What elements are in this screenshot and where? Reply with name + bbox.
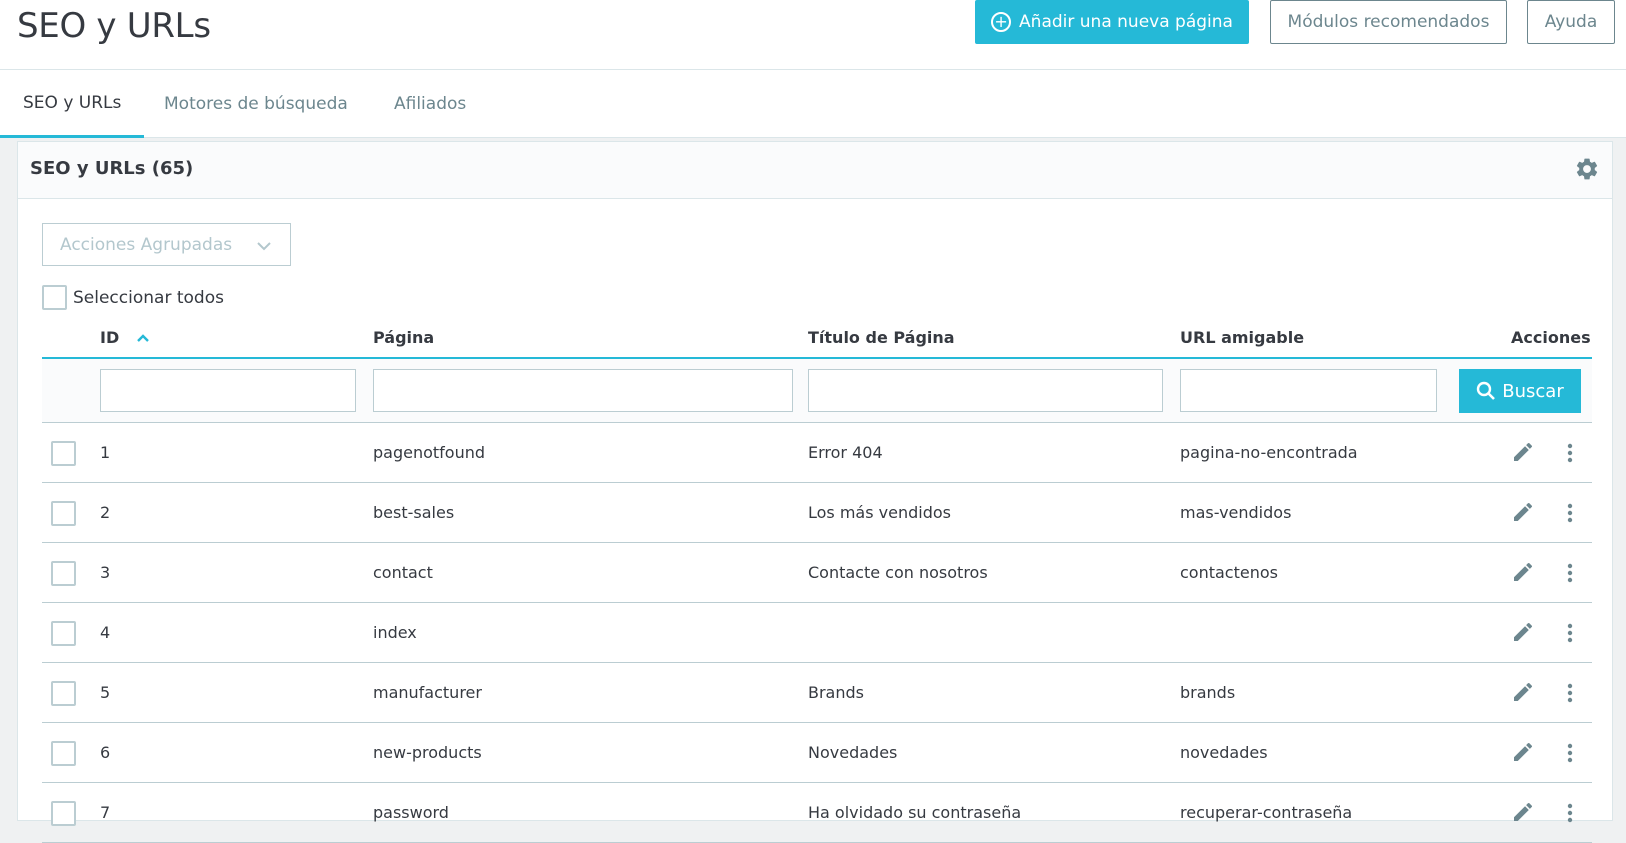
page-title: SEO y URLs [17, 6, 211, 46]
filter-id-input[interactable] [100, 369, 356, 412]
more-actions-icon[interactable] [1558, 501, 1582, 525]
cell-page-title: Error 404 [808, 443, 883, 462]
cell-friendly-url: novedades [1180, 743, 1268, 762]
cell-page: index [373, 623, 417, 642]
column-header-friendly-url: URL amigable [1180, 328, 1305, 347]
column-header-page-title: Título de Página [808, 328, 955, 347]
edit-icon[interactable] [1511, 740, 1535, 764]
edit-icon[interactable] [1511, 680, 1535, 704]
bulk-actions-label: Acciones Agrupadas [60, 234, 233, 255]
search-button[interactable]: Buscar [1459, 369, 1581, 413]
search-button-label: Buscar [1502, 380, 1564, 402]
cell-id: 3 [100, 563, 111, 582]
more-actions-icon[interactable] [1558, 561, 1582, 585]
cell-page-title: Contacte con nosotros [808, 563, 988, 582]
tab-bar: SEO y URLs Motores de búsqueda Afiliados [0, 70, 1626, 138]
cell-page-title: Novedades [808, 743, 898, 762]
add-new-page-label: Añadir una nueva página [1019, 12, 1233, 32]
cell-friendly-url: contactenos [1180, 563, 1278, 582]
edit-icon[interactable] [1511, 800, 1535, 824]
table-row: 4 index [42, 603, 1592, 663]
filter-page-title-input[interactable] [808, 369, 1163, 412]
more-actions-icon[interactable] [1558, 801, 1582, 825]
cell-id: 1 [100, 443, 111, 462]
table-header: ID Página Título de Página URL amigable … [42, 324, 1592, 359]
cell-page: pagenotfound [373, 443, 486, 462]
column-header-page: Página [373, 328, 435, 347]
chevron-down-icon [257, 242, 271, 251]
table-row: 7 password Ha olvidado su contraseña recupe… [42, 783, 1592, 843]
edit-icon[interactable] [1511, 620, 1535, 644]
cell-friendly-url: mas-vendidos [1180, 503, 1292, 522]
table-row: 5 manufacturer Brands brands [42, 663, 1592, 723]
gear-icon[interactable] [1574, 156, 1600, 182]
table-row: 3 contact Contacte con nosotros contactenos [42, 543, 1592, 603]
cell-id: 6 [100, 743, 111, 762]
help-button[interactable]: Ayuda [1527, 0, 1615, 44]
bulk-actions-dropdown[interactable]: Acciones Agrupadas [42, 223, 291, 266]
row-checkbox[interactable] [51, 441, 76, 466]
cell-page: manufacturer [373, 683, 482, 702]
add-new-page-button[interactable]: + Añadir una nueva página [975, 0, 1249, 44]
cell-page: new-products [373, 743, 482, 762]
filter-row: Buscar [42, 359, 1592, 423]
search-icon [1477, 381, 1496, 400]
select-all[interactable]: Seleccionar todos [42, 285, 224, 310]
row-checkbox[interactable] [51, 741, 76, 766]
card-title: SEO y URLs (65) [30, 158, 194, 179]
row-checkbox[interactable] [51, 801, 76, 826]
row-checkbox[interactable] [51, 681, 76, 706]
cell-id: 5 [100, 683, 111, 702]
more-actions-icon[interactable] [1558, 621, 1582, 645]
sort-ascending-icon[interactable] [136, 333, 149, 343]
filter-page-input[interactable] [373, 369, 793, 412]
more-actions-icon[interactable] [1558, 441, 1582, 465]
table-row: 6 new-products Novedades novedades [42, 723, 1592, 783]
recommended-modules-button[interactable]: Módulos recomendados [1270, 0, 1507, 44]
page-header: SEO y URLs + Añadir una nueva página Mód… [0, 0, 1626, 70]
edit-icon[interactable] [1511, 560, 1535, 584]
table-row: 2 best-sales Los más vendidos mas-vendidos [42, 483, 1592, 543]
row-checkbox[interactable] [51, 561, 76, 586]
plus-circle-icon: + [991, 12, 1012, 32]
cell-page-title: Brands [808, 683, 864, 702]
row-checkbox[interactable] [51, 501, 76, 526]
select-all-checkbox[interactable] [42, 285, 67, 310]
cell-page: contact [373, 563, 433, 582]
row-checkbox[interactable] [51, 621, 76, 646]
column-header-actions: Acciones [1511, 328, 1591, 347]
select-all-label: Seleccionar todos [73, 287, 224, 308]
cell-page: best-sales [373, 503, 455, 522]
cell-friendly-url: brands [1180, 683, 1236, 702]
more-actions-icon[interactable] [1558, 741, 1582, 765]
cell-friendly-url: pagina-no-encontrada [1180, 443, 1358, 462]
cell-page-title: Los más vendidos [808, 503, 951, 522]
tab-search-engines[interactable]: Motores de búsqueda [141, 70, 371, 138]
tab-affiliates[interactable]: Afiliados [371, 70, 489, 138]
card-header: SEO y URLs (65) [18, 142, 1612, 199]
cell-id: 2 [100, 503, 111, 522]
tab-seo-urls[interactable]: SEO y URLs [0, 70, 145, 138]
seo-urls-card: SEO y URLs (65) Acciones Agrupadas Selec… [17, 141, 1613, 843]
more-actions-icon[interactable] [1558, 681, 1582, 705]
filter-friendly-url-input[interactable] [1180, 369, 1437, 412]
cell-id: 4 [100, 623, 111, 642]
table-row: 1 pagenotfound Error 404 pagina-no-encontra… [42, 423, 1592, 483]
column-header-id[interactable]: ID [100, 328, 149, 347]
edit-icon[interactable] [1511, 440, 1535, 464]
column-header-id-label: ID [100, 328, 120, 347]
edit-icon[interactable] [1511, 500, 1535, 524]
